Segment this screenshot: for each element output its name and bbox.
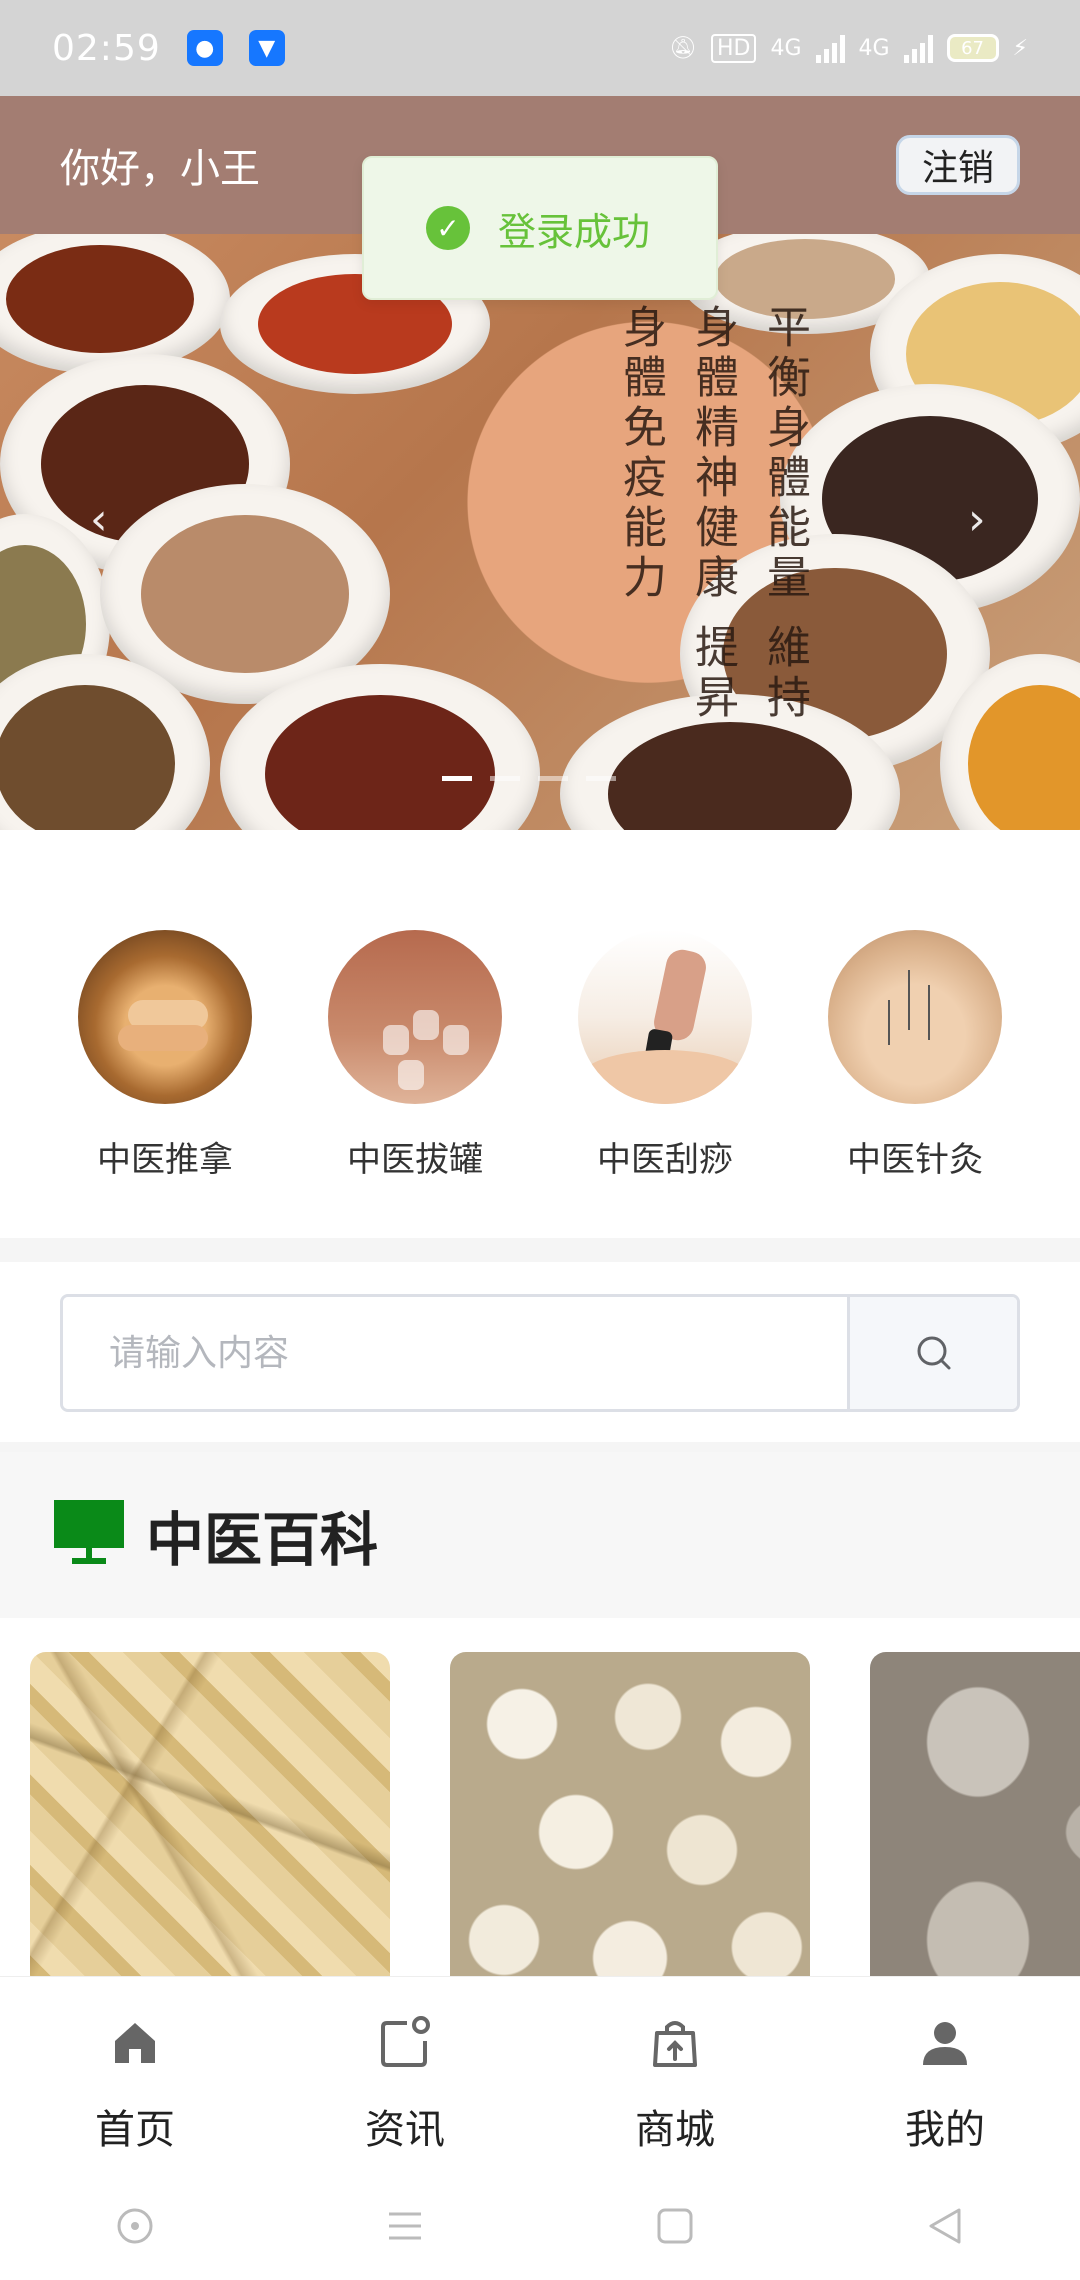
back-button[interactable]	[905, 2196, 985, 2256]
banner-dot[interactable]	[538, 776, 568, 781]
home-button[interactable]	[635, 2196, 715, 2256]
system-navigation-bar	[0, 2172, 1080, 2280]
category-grid: 中医推拿 中医拔罐 中医刮痧 中医针灸	[0, 830, 1080, 1238]
banner-dot[interactable]	[586, 776, 616, 781]
tab-label: 我的	[905, 2107, 985, 2153]
category-label: 中医拔罐	[347, 1140, 483, 1180]
guasha-image	[578, 930, 752, 1104]
section-title: 中医百科	[146, 1506, 379, 1574]
signal-icon-2	[903, 33, 933, 63]
menu-icon	[389, 2212, 421, 2240]
charging-icon: ⚡︎	[1012, 35, 1028, 61]
search-section	[0, 1262, 1080, 1442]
mute-icon: 🔕︎	[669, 35, 697, 61]
assistant-icon	[117, 2208, 153, 2244]
encyclopedia-section-header: 中医百科	[0, 1452, 1080, 1618]
banner-dot[interactable]	[442, 776, 472, 781]
banner-dot[interactable]	[490, 776, 520, 781]
banner-calligraphy-text: 平衡身體能量 維持身體精神健康 提昇身體免疫能力	[615, 304, 810, 724]
cupping-image	[328, 930, 502, 1104]
hd-icon: HD	[710, 33, 757, 63]
android-notification-icon: ●	[186, 30, 223, 66]
status-time: 02:59	[52, 27, 161, 69]
shop-icon	[653, 2021, 697, 2067]
herb-card[interactable]	[450, 1652, 810, 1978]
success-check-icon: ✓	[426, 206, 470, 250]
banner-indicator	[442, 776, 616, 781]
herb-card[interactable]	[30, 1652, 390, 1978]
banner-prev-icon[interactable]: ‹	[90, 494, 108, 545]
category-label: 中医针灸	[847, 1140, 983, 1180]
logout-button[interactable]: 注销	[896, 135, 1020, 195]
category-guasha[interactable]: 中医刮痧	[550, 930, 780, 1238]
bottom-tab-bar: 首页 资讯 商城 我的	[0, 1976, 1080, 2172]
category-label: 中医刮痧	[597, 1140, 733, 1180]
herb-card-list	[0, 1618, 1080, 1978]
acupuncture-image	[828, 930, 1002, 1104]
signal-icon-1	[815, 33, 845, 63]
user-icon	[923, 2022, 967, 2065]
tab-news[interactable]: 资讯	[270, 1977, 540, 2172]
greeting-text: 你好，小王	[60, 146, 260, 192]
home-icon	[115, 2023, 155, 2063]
menu-button[interactable]	[365, 2196, 445, 2256]
search-icon	[917, 1336, 950, 1370]
search-button[interactable]	[847, 1297, 1017, 1409]
search-box	[60, 1294, 1020, 1412]
monitor-icon	[54, 1500, 124, 1570]
banner-next-icon[interactable]: ›	[968, 494, 986, 545]
search-input[interactable]	[63, 1297, 847, 1409]
herb-bowl-image	[0, 234, 230, 374]
massage-image	[78, 930, 252, 1104]
square-home-icon	[657, 2208, 693, 2244]
back-triangle-icon	[929, 2208, 961, 2244]
category-label: 中医推拿	[97, 1140, 233, 1180]
login-success-toast: ✓ 登录成功	[362, 156, 718, 300]
tab-label: 资讯	[365, 2107, 445, 2153]
tab-home[interactable]: 首页	[0, 1977, 270, 2172]
category-cupping[interactable]: 中医拔罐	[300, 930, 530, 1238]
category-acupuncture[interactable]: 中医针灸	[800, 930, 1030, 1238]
banner-carousel[interactable]: 平衡身體能量 維持身體精神健康 提昇身體免疫能力 ‹ ›	[0, 234, 1080, 830]
assistant-button[interactable]	[95, 2196, 175, 2256]
tab-label: 首页	[95, 2107, 175, 2153]
usb-notification-icon: ▼	[248, 30, 285, 66]
news-icon	[381, 2016, 430, 2067]
signal-4g-label-1: 4G	[770, 35, 802, 61]
battery-icon: 67	[946, 34, 999, 62]
signal-4g-label-2: 4G	[858, 35, 890, 61]
toast-message: 登录成功	[498, 209, 651, 254]
category-massage[interactable]: 中医推拿	[50, 930, 280, 1238]
status-bar: 02:59 ● ▼ 🔕︎ HD 4G 4G 67 ⚡︎	[0, 0, 1080, 96]
herb-card[interactable]	[870, 1652, 1080, 1978]
tab-shop[interactable]: 商城	[540, 1977, 810, 2172]
tab-profile[interactable]: 我的	[810, 1977, 1080, 2172]
tab-label: 商城	[635, 2107, 715, 2153]
